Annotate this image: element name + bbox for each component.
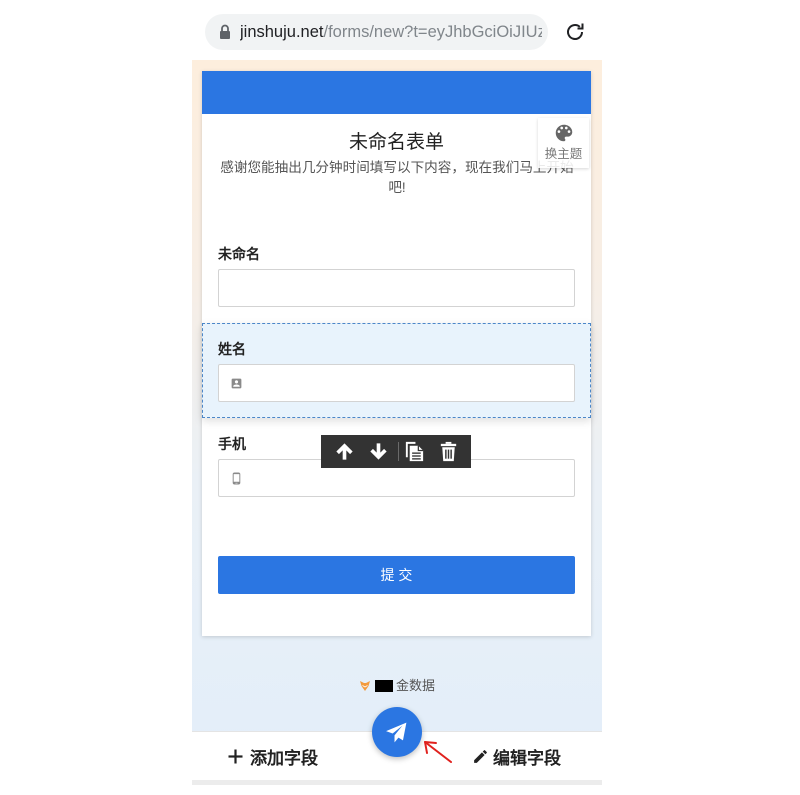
field-label: 姓名 [218,341,246,357]
footer-brand: 金数据 [192,677,602,695]
form-field-unnamed[interactable]: 未命名 [202,228,591,323]
plus-icon [228,749,243,763]
trash-icon [440,441,456,462]
copy-icon [405,441,423,462]
form-header-banner [202,71,591,114]
contact-card-icon [231,378,242,389]
publish-button[interactable] [372,707,422,757]
arrow-down-icon [369,443,387,460]
jinshuju-logo-icon [359,681,370,691]
url-text: jinshuju.net/forms/new?t=eyJhbGciOiJIUzI [240,14,542,50]
field-toolbar [321,435,471,468]
brand-name: 金数据 [395,678,435,693]
reload-icon [567,23,584,40]
arrow-up-icon [335,443,353,460]
reload-button[interactable] [563,20,587,44]
url-host: jinshuju.net [240,23,324,41]
redacted-text [374,680,393,692]
change-theme-label: 换主题 [544,147,583,161]
url-path: /forms/new?t=eyJhbGciOiJIUzI [323,23,542,41]
delete-field-button[interactable] [433,438,463,465]
duplicate-field-button[interactable] [399,438,429,465]
edit-field-label: 编辑字段 [493,748,561,768]
change-theme-button[interactable]: 换主题 [538,118,589,168]
paper-plane-icon [386,722,407,743]
move-up-button[interactable] [329,438,359,465]
unnamed-text-input[interactable] [218,269,575,307]
form-title[interactable]: 未命名表单 [202,131,591,155]
palette-icon [555,124,573,142]
lock-icon [220,24,230,39]
name-input[interactable] [218,364,575,402]
add-field-label: 添加字段 [250,748,318,768]
phone-icon [232,472,241,485]
form-description[interactable]: 感谢您能抽出几分钟时间填写以下内容，现在我们马上开始吧! [218,158,576,198]
move-down-button[interactable] [363,438,393,465]
add-field-button[interactable]: 添加字段 [228,732,318,780]
annotation-arrow-icon [424,741,452,763]
submit-button[interactable]: 提 交 [218,556,575,594]
field-label: 未命名 [218,246,260,262]
pencil-icon [474,749,487,763]
form-card: 未命名表单 感谢您能抽出几分钟时间填写以下内容，现在我们马上开始吧! 换主题 未… [202,71,591,636]
bottom-edge [192,780,602,785]
address-bar[interactable]: jinshuju.net/forms/new?t=eyJhbGciOiJIUzI [205,14,548,50]
field-label: 手机 [218,436,246,452]
edit-field-button[interactable]: 编辑字段 [472,732,561,780]
form-field-name[interactable]: 姓名 [202,323,591,468]
